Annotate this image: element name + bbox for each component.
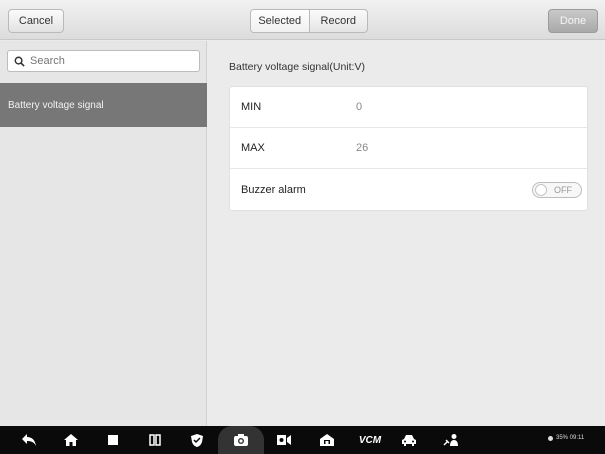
- home-garage-icon[interactable]: [316, 430, 338, 450]
- cancel-button[interactable]: Cancel: [8, 9, 64, 33]
- min-value[interactable]: 0: [356, 101, 362, 113]
- car-icon[interactable]: [398, 430, 420, 450]
- buzzer-alarm-label: Buzzer alarm: [241, 183, 306, 196]
- split-screen-icon[interactable]: [144, 430, 166, 450]
- list-item-label: Battery voltage signal: [8, 99, 104, 111]
- tab-record[interactable]: Record: [310, 10, 368, 32]
- min-row[interactable]: MIN 0: [230, 87, 589, 128]
- vcm-icon[interactable]: VCM: [355, 430, 385, 450]
- home-icon[interactable]: [60, 430, 82, 450]
- tab-selected[interactable]: Selected: [251, 10, 310, 32]
- back-icon[interactable]: [18, 430, 40, 450]
- view-segmented-control: Selected Record: [250, 9, 368, 33]
- vcm-label: VCM: [358, 434, 382, 446]
- parameter-detail-panel: Battery voltage signal(Unit:V) MIN 0 MAX…: [208, 41, 605, 426]
- toggle-knob: [535, 183, 547, 196]
- status-text: 35% 09:11: [556, 435, 585, 441]
- app-root: Cancel Selected Record Done Battery volt…: [0, 0, 605, 454]
- status-indicator-icon: [548, 435, 553, 441]
- max-row[interactable]: MAX 26: [230, 128, 589, 169]
- toggle-state-text: OFF: [554, 184, 572, 195]
- max-label: MAX: [241, 142, 265, 154]
- search-input[interactable]: [30, 55, 190, 67]
- system-taskbar: VCM 35% 09:11: [0, 426, 605, 454]
- min-label: MIN: [241, 101, 262, 113]
- list-item-battery-voltage-signal[interactable]: Battery voltage signal: [0, 83, 207, 127]
- parameter-list-panel: Battery voltage signal: [0, 41, 207, 426]
- search-box[interactable]: [7, 50, 200, 72]
- search-icon: [14, 56, 25, 67]
- done-button[interactable]: Done: [548, 9, 598, 33]
- shield-icon[interactable]: [186, 430, 208, 450]
- camera-icon[interactable]: [230, 430, 252, 450]
- screen-record-icon[interactable]: [273, 430, 295, 450]
- buzzer-alarm-toggle[interactable]: OFF: [532, 181, 582, 198]
- recent-apps-icon[interactable]: [102, 430, 124, 450]
- buzzer-alarm-row: Buzzer alarm OFF: [230, 169, 589, 210]
- status-area: 35% 09:11: [548, 435, 584, 441]
- section-title: Battery voltage signal(Unit:V): [229, 61, 365, 73]
- top-toolbar: Cancel Selected Record Done: [0, 0, 605, 40]
- max-value[interactable]: 26: [356, 142, 368, 154]
- mechanic-icon[interactable]: [440, 430, 462, 450]
- threshold-settings-card: MIN 0 MAX 26 Buzzer alarm OFF: [229, 86, 589, 211]
